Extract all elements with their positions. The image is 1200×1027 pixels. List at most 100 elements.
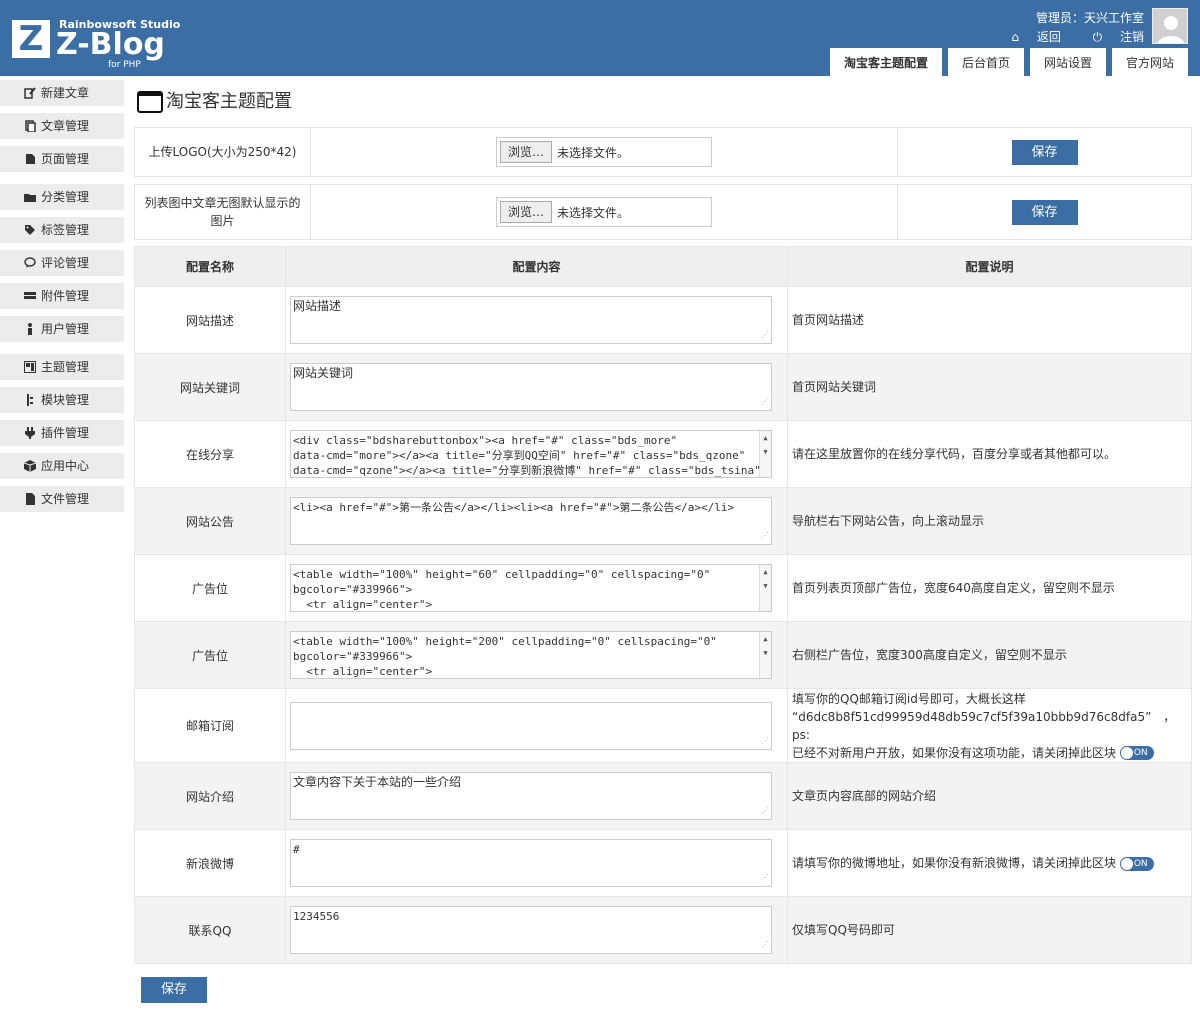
email-subscribe-toggle[interactable]: ON bbox=[1119, 746, 1154, 760]
user-icon bbox=[28, 323, 32, 335]
col-header-desc: 配置说明 bbox=[787, 246, 1192, 287]
email-subscribe-textarea[interactable]: ⋰ bbox=[290, 701, 772, 750]
logout-link[interactable]: ⏻ 注销 bbox=[1079, 30, 1144, 44]
col-header-content: 配置内容 bbox=[285, 246, 788, 287]
row-name: 在线分享 bbox=[134, 420, 286, 488]
row-desc: 填写你的QQ邮箱订阅id号即可，大概长这样 “d6dc8b8f51cd99959… bbox=[787, 688, 1192, 763]
sidebar-item-new-article[interactable]: 新建文章 bbox=[0, 80, 124, 106]
logo-file-input[interactable]: 浏览… 未选择文件。 bbox=[496, 137, 712, 167]
sidebar-item-category-manage[interactable]: 分类管理 bbox=[0, 184, 124, 210]
row-name: 联系QQ bbox=[134, 896, 286, 964]
user-area: 管理员：天兴工作室 ⌂ 返回 ⏻ 注销 bbox=[983, 10, 1144, 45]
site-keywords-textarea[interactable]: 网站关键词 ⋰ bbox=[290, 363, 772, 411]
power-icon: ⏻ bbox=[1092, 30, 1106, 44]
contact-qq-textarea[interactable]: 1234556 ⋰ bbox=[290, 906, 772, 954]
table-row: 邮箱订阅 ⋰ 填写你的QQ邮箱订阅id号即可，大概长这样 “d6dc8b8f51… bbox=[134, 688, 1192, 763]
table-row: 广告位 <table width="100%" height="200" cel… bbox=[134, 621, 1192, 689]
row-desc: 请填写你的微博地址，如果你没有新浪微博，请关闭掉此区块 ON bbox=[787, 829, 1192, 897]
logo-save-button[interactable]: 保存 bbox=[1011, 139, 1078, 165]
ad-sidebar-textarea[interactable]: <table width="100%" height="200" cellpad… bbox=[290, 631, 772, 679]
table-row: 在线分享 <div class="bdsharebuttonbox"><a hr… bbox=[134, 420, 1192, 488]
sidebar-item-attachment-manage[interactable]: 附件管理 bbox=[0, 283, 124, 309]
row-name: 网站公告 bbox=[134, 487, 286, 555]
upload-default-image-row: 列表图中文章无图默认显示的图片 浏览… 未选择文件。 保存 bbox=[134, 184, 1192, 240]
row-name: 广告位 bbox=[134, 554, 286, 622]
plugin-icon bbox=[25, 427, 35, 439]
row-name: 网站介绍 bbox=[134, 762, 286, 830]
scrollbar[interactable]: ▲ ▼ bbox=[759, 565, 771, 611]
sidebar: 新建文章 文章管理 页面管理 分类管理 标签管理 评论管理 附件管理 用户管理 … bbox=[0, 80, 124, 519]
page-icon bbox=[26, 154, 35, 164]
sidebar-item-plugin-manage[interactable]: 插件管理 bbox=[0, 420, 124, 446]
scrollbar[interactable]: ▲ ▼ bbox=[759, 431, 771, 477]
share-code-textarea[interactable]: <div class="bdsharebuttonbox"><a href="#… bbox=[290, 430, 772, 478]
table-row: 网站公告 <li><a href="#">第一条公告</a></li><li><… bbox=[134, 487, 1192, 555]
table-row: 联系QQ 1234556 ⋰ 仅填写QQ号码即可 bbox=[134, 896, 1192, 964]
storage-icon bbox=[24, 292, 36, 299]
sidebar-item-user-manage[interactable]: 用户管理 bbox=[0, 316, 124, 342]
documents-icon bbox=[25, 120, 36, 132]
upload-logo-row: 上传LOGO(大小为250*42) 浏览… 未选择文件。 保存 bbox=[134, 127, 1192, 177]
row-desc: 首页列表页顶部广告位，宽度640高度自定义，留空则不显示 bbox=[787, 554, 1192, 622]
row-desc: 导航栏右下网站公告，向上滚动显示 bbox=[787, 487, 1192, 555]
row-name: 邮箱订阅 bbox=[134, 688, 286, 763]
save-button[interactable]: 保存 bbox=[141, 977, 207, 1003]
top-header: Z Rainbowsoft Studio Z-Blog for PHP 管理员：… bbox=[0, 0, 1200, 76]
comment-icon bbox=[24, 257, 36, 268]
tab-admin-home[interactable]: 后台首页 bbox=[947, 48, 1024, 76]
logo-browse-button[interactable]: 浏览… bbox=[500, 141, 553, 163]
announcement-textarea[interactable]: <li><a href="#">第一条公告</a></li><li><a hre… bbox=[290, 497, 772, 545]
avatar[interactable] bbox=[1152, 8, 1188, 44]
sidebar-item-module-manage[interactable]: 模块管理 bbox=[0, 387, 124, 413]
folder-icon bbox=[24, 194, 36, 202]
col-header-name: 配置名称 bbox=[134, 246, 286, 287]
row-desc: 文章页内容底部的网站介绍 bbox=[787, 762, 1192, 830]
upload-logo-label: 上传LOGO(大小为250*42) bbox=[135, 128, 311, 176]
default-image-file-input[interactable]: 浏览… 未选择文件。 bbox=[496, 197, 712, 227]
page-title: 淘宝客主题配置 bbox=[134, 84, 1192, 120]
table-row: 网站关键词 网站关键词 ⋰ 首页网站关键词 bbox=[134, 353, 1192, 421]
scrollbar[interactable]: ▲ ▼ bbox=[759, 632, 771, 678]
sidebar-item-theme-manage[interactable]: 主题管理 bbox=[0, 354, 124, 380]
row-desc: 仅填写QQ号码即可 bbox=[787, 896, 1192, 964]
logo-name-text: Z-Blog bbox=[56, 27, 165, 62]
row-name: 新浪微博 bbox=[134, 829, 286, 897]
header-tabs: 淘宝客主题配置 后台首页 网站设置 官方网站 bbox=[824, 48, 1188, 76]
default-image-browse-button[interactable]: 浏览… bbox=[500, 201, 553, 223]
ad-top-textarea[interactable]: <table width="100%" height="60" cellpadd… bbox=[290, 564, 772, 612]
tab-theme-config[interactable]: 淘宝客主题配置 bbox=[829, 48, 942, 76]
back-link[interactable]: ⌂ 返回 bbox=[997, 30, 1060, 44]
cube-icon bbox=[24, 460, 36, 472]
logo-file-status: 未选择文件。 bbox=[557, 145, 630, 160]
zblog-logo[interactable]: Z Rainbowsoft Studio Z-Blog for PHP bbox=[12, 18, 180, 72]
row-desc: 请在这里放置你的在线分享代码，百度分享或者其他都可以。 bbox=[787, 420, 1192, 488]
edit-icon bbox=[24, 87, 36, 99]
window-icon bbox=[137, 91, 163, 113]
logo-sub-text: for PHP bbox=[108, 60, 141, 70]
sidebar-item-article-manage[interactable]: 文章管理 bbox=[0, 113, 124, 139]
sidebar-item-comment-manage[interactable]: 评论管理 bbox=[0, 250, 124, 276]
sidebar-item-tag-manage[interactable]: 标签管理 bbox=[0, 217, 124, 243]
weibo-textarea[interactable]: # ⋰ bbox=[290, 839, 772, 887]
weibo-toggle[interactable]: ON bbox=[1119, 856, 1154, 871]
default-image-save-button[interactable]: 保存 bbox=[1011, 199, 1078, 225]
upload-default-image-label: 列表图中文章无图默认显示的图片 bbox=[135, 185, 311, 239]
table-row: 广告位 <table width="100%" height="60" cell… bbox=[134, 554, 1192, 622]
theme-icon bbox=[24, 361, 36, 373]
logo-z-mark: Z bbox=[12, 20, 50, 58]
site-intro-textarea[interactable]: 文章内容下关于本站的一些介绍 ⋰ bbox=[290, 772, 772, 820]
main-content: 淘宝客主题配置 上传LOGO(大小为250*42) 浏览… 未选择文件。 保存 … bbox=[134, 84, 1192, 964]
row-desc: 右侧栏广告位，宽度300高度自定义，留空则不显示 bbox=[787, 621, 1192, 689]
tab-official-site[interactable]: 官方网站 bbox=[1111, 48, 1188, 76]
sidebar-item-file-manage[interactable]: 文件管理 bbox=[0, 486, 124, 512]
file-icon bbox=[26, 493, 35, 505]
tab-site-settings[interactable]: 网站设置 bbox=[1029, 48, 1106, 76]
sidebar-item-app-center[interactable]: 应用中心 bbox=[0, 453, 124, 479]
home-icon: ⌂ bbox=[1011, 30, 1023, 44]
sidebar-item-page-manage[interactable]: 页面管理 bbox=[0, 146, 124, 172]
site-description-textarea[interactable]: 网站描述 ⋰ bbox=[290, 296, 772, 344]
table-row: 网站介绍 文章内容下关于本站的一些介绍 ⋰ 文章页内容底部的网站介绍 bbox=[134, 762, 1192, 830]
config-table: 配置名称 配置内容 配置说明 网站描述 网站描述 ⋰ 首页网站描述 网站关键词 网… bbox=[134, 246, 1192, 964]
default-image-file-status: 未选择文件。 bbox=[557, 205, 630, 220]
row-name: 网站关键词 bbox=[134, 353, 286, 421]
